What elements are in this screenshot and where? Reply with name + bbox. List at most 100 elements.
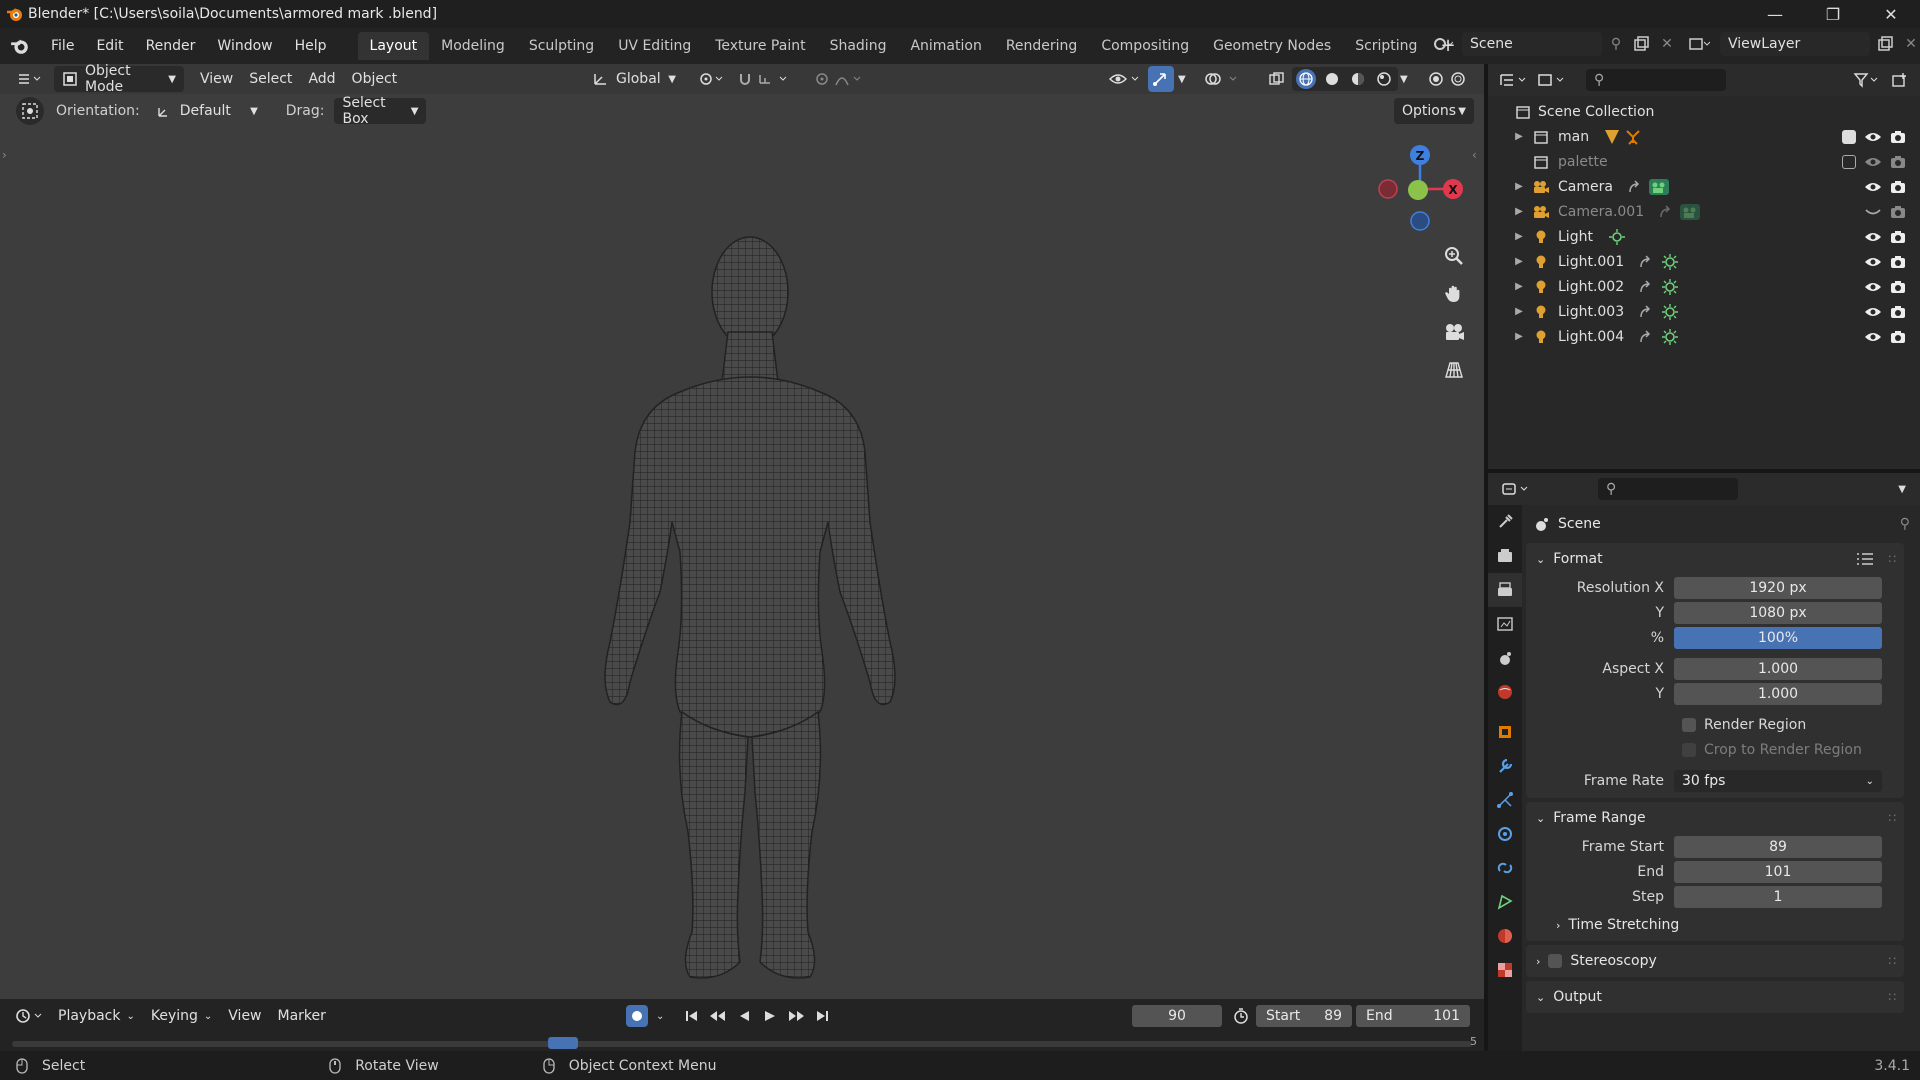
new-scene-icon[interactable]	[1630, 36, 1652, 52]
camera-render-icon[interactable]	[1890, 180, 1906, 194]
new-view-layer-icon[interactable]	[1874, 36, 1896, 52]
new-collection-icon[interactable]	[1888, 72, 1910, 88]
options-dropdown[interactable]: Options ▼	[1394, 98, 1474, 124]
tab-scripting[interactable]: Scripting	[1343, 32, 1429, 60]
zoom-icon[interactable]	[1438, 240, 1470, 272]
jump-end-icon[interactable]	[812, 1009, 832, 1023]
aspect-y-field[interactable]: 1.000	[1674, 682, 1882, 705]
outliner-row[interactable]: ▶ man	[1488, 124, 1920, 149]
jump-start-icon[interactable]	[682, 1009, 702, 1023]
delete-view-layer-icon[interactable]: ✕	[1900, 36, 1920, 52]
view-layer-tab-icon[interactable]	[1488, 607, 1522, 641]
tab-geometry-nodes[interactable]: Geometry Nodes	[1201, 32, 1343, 60]
exclude-checkbox[interactable]	[1842, 154, 1856, 169]
modifier-tab-icon[interactable]	[1488, 749, 1522, 783]
physics-tab-icon[interactable]	[1488, 817, 1522, 851]
menu-window[interactable]: Window	[206, 32, 283, 60]
stereoscopy-panel-header[interactable]: › Stereoscopy ∷	[1526, 945, 1904, 977]
eye-icon[interactable]	[1864, 155, 1882, 169]
chevron-down-icon[interactable]: ▼	[1898, 484, 1906, 495]
orientation-dropdown[interactable]: Default ▼	[148, 98, 266, 124]
frame-rate-dropdown[interactable]: 30 fps ⌄	[1674, 770, 1882, 792]
timeline-view-menu[interactable]: View	[220, 1003, 269, 1029]
camera-render-icon[interactable]	[1890, 305, 1906, 319]
camera-render-icon[interactable]	[1890, 205, 1906, 219]
scrub-track[interactable]	[12, 1041, 1472, 1047]
playhead[interactable]	[548, 1037, 578, 1049]
3d-viewport[interactable]: Object Mode ▼ View Select Add Object Glo…	[0, 63, 1484, 999]
drag-dropdown[interactable]: Select Box ▼	[334, 95, 427, 127]
eye-icon[interactable]	[1864, 230, 1882, 244]
resolution-y-field[interactable]: 1080 px	[1674, 601, 1882, 624]
active-tool-icon[interactable]	[16, 97, 44, 125]
gizmo-toggle-icon[interactable]	[1148, 66, 1174, 92]
render-region-check[interactable]	[1682, 717, 1696, 732]
wireframe-shading-icon[interactable]	[1296, 69, 1316, 89]
scene-collection-row[interactable]: Scene Collection	[1488, 99, 1920, 124]
tool-tab-icon[interactable]	[1488, 505, 1522, 539]
data-tab-icon[interactable]	[1488, 885, 1522, 919]
overlays-icon[interactable]	[1196, 66, 1252, 92]
auto-keying-icon[interactable]	[626, 1005, 648, 1027]
filter-icon[interactable]	[1850, 72, 1882, 88]
menu-help[interactable]: Help	[284, 32, 338, 60]
navigation-gizmo[interactable]: Z X	[1360, 134, 1480, 244]
object-data-icons[interactable]	[1638, 303, 1682, 321]
transform-orientation-dropdown[interactable]: Global ▼	[584, 66, 684, 92]
expand-arrow-icon[interactable]: ▶	[1512, 181, 1526, 192]
mode-dropdown[interactable]: Object Mode ▼	[54, 63, 184, 95]
marker-menu[interactable]: Marker	[270, 1003, 334, 1029]
particles-tab-icon[interactable]	[1488, 783, 1522, 817]
exclude-checkbox[interactable]	[1842, 129, 1856, 144]
resolution-x-field[interactable]: 1920 px	[1674, 576, 1882, 599]
eye-icon[interactable]	[1864, 255, 1882, 269]
timeline-scrubber[interactable]: 5	[0, 1033, 1484, 1051]
frame-range-panel-header[interactable]: ⌄ Frame Range ∷	[1526, 802, 1904, 834]
camera-render-icon[interactable]	[1890, 330, 1906, 344]
outliner-row[interactable]: ▶ Light.001	[1488, 249, 1920, 274]
texture-tab-icon[interactable]	[1488, 953, 1522, 987]
tab-animation[interactable]: Animation	[898, 32, 993, 60]
shading-dropdown-icon[interactable]: ▼	[1396, 66, 1412, 92]
xray-toggle-icon[interactable]	[1264, 66, 1290, 92]
keying-menu[interactable]: Keying ⌄	[143, 1003, 220, 1029]
delete-scene-icon[interactable]: ✕	[1656, 36, 1678, 52]
frame-end-field[interactable]: 101	[1674, 860, 1882, 883]
scene-field[interactable]: Scene	[1462, 32, 1602, 56]
display-mode-icon[interactable]	[1534, 72, 1570, 88]
visibility-selectability-icon[interactable]	[1100, 66, 1152, 92]
pin-icon[interactable]: ⚲	[1606, 36, 1626, 52]
chevron-down-icon[interactable]: ⌄	[656, 1011, 664, 1022]
object-data-icons[interactable]	[1627, 178, 1671, 196]
select-menu[interactable]: Select	[241, 66, 300, 92]
scene-browse-icon[interactable]	[1428, 36, 1458, 52]
menu-file[interactable]: File	[40, 32, 85, 60]
stereoscopy-checkbox[interactable]	[1548, 954, 1563, 968]
expand-arrow-icon[interactable]: ▶	[1512, 281, 1526, 292]
prev-keyframe-icon[interactable]	[708, 1009, 728, 1023]
scene-tab-icon[interactable]	[1488, 641, 1522, 675]
snap-icon[interactable]	[730, 66, 802, 92]
playback-menu[interactable]: Playback ⌄	[50, 1003, 143, 1029]
pin-icon[interactable]: ⚲	[1900, 516, 1910, 532]
render-pass-icon[interactable]	[1424, 66, 1472, 92]
rendered-shading-icon[interactable]	[1374, 71, 1394, 87]
tab-layout[interactable]: Layout	[357, 32, 430, 60]
play-icon[interactable]	[760, 1009, 780, 1023]
view-layer-field[interactable]: ViewLayer	[1720, 32, 1870, 56]
object-tab-icon[interactable]	[1488, 715, 1522, 749]
solid-shading-icon[interactable]	[1322, 71, 1342, 87]
eye-icon[interactable]	[1864, 205, 1882, 219]
constraints-tab-icon[interactable]	[1488, 851, 1522, 885]
tab-modeling[interactable]: Modeling	[429, 32, 517, 60]
presets-icon[interactable]	[1856, 552, 1874, 566]
render-tab-icon[interactable]	[1488, 539, 1522, 573]
play-reverse-icon[interactable]	[734, 1009, 754, 1023]
menu-render[interactable]: Render	[135, 32, 207, 60]
crop-region-checkbox[interactable]: Crop to Render Region	[1526, 737, 1904, 762]
camera-render-icon[interactable]	[1890, 155, 1906, 169]
timeline-editor[interactable]: Playback ⌄ Keying ⌄ View Marker ⌄ 90 Start…	[0, 999, 1484, 1051]
outliner-row[interactable]: ▶ Light.003	[1488, 299, 1920, 324]
aspect-x-field[interactable]: 1.000	[1674, 657, 1882, 680]
drag-handle-icon[interactable]: ∷	[1888, 811, 1896, 825]
